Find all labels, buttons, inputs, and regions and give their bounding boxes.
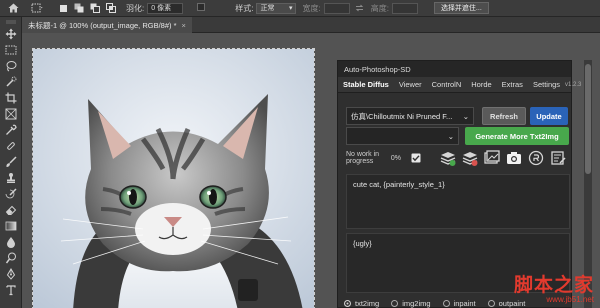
height-input[interactable] [391, 2, 418, 14]
mode-label: img2img [402, 299, 431, 308]
tab-stable-diffusion[interactable]: Stable Diffus [338, 77, 394, 93]
history-brush-icon[interactable] [3, 187, 19, 201]
panel-title: Auto-Photoshop-SD [344, 64, 411, 74]
document-title: 未标题-1 @ 100% (output_image, RGB/8#) * [28, 20, 177, 30]
mode-inpaint[interactable]: inpaint [442, 299, 476, 308]
crop-tool-icon[interactable] [3, 91, 19, 105]
secondary-select[interactable]: ⌄ [346, 127, 459, 145]
chevron-down-icon: ▾ [288, 5, 293, 12]
negative-prompt-text: {ugly} [353, 239, 372, 248]
mode-img2img[interactable]: img2img [391, 299, 431, 308]
tab-viewer[interactable]: Viewer [394, 77, 427, 93]
pen-tool-icon[interactable] [3, 267, 19, 281]
layers-stack-icon[interactable] [439, 149, 457, 167]
style-label: 样式: [235, 3, 254, 13]
progress-checkbox[interactable] [411, 153, 421, 163]
camera-icon[interactable] [505, 149, 523, 167]
healing-brush-icon[interactable] [3, 139, 19, 153]
prompt-textarea[interactable]: cute cat, {painterly_style_1} [346, 174, 570, 229]
add-selection-icon[interactable] [72, 2, 86, 15]
brush-tool-icon[interactable] [3, 155, 19, 169]
dodge-tool-icon[interactable] [3, 251, 19, 265]
select-and-mask-button[interactable]: 选择并遮住... [433, 2, 489, 14]
photoshop-window: 羽化: 0 像素 样式: 正常 ▾ 宽度: 高度: 选择并遮住... 未标题-1… [0, 0, 600, 308]
document-tab[interactable]: 未标题-1 @ 100% (output_image, RGB/8#) * × [22, 17, 192, 33]
style-select[interactable]: 正常 ▾ [256, 2, 297, 14]
options-bar: 羽化: 0 像素 样式: 正常 ▾ 宽度: 高度: 选择并遮住... [0, 0, 600, 17]
notes-icon[interactable] [549, 149, 567, 167]
chevron-down-icon: ⌄ [447, 131, 454, 141]
frame-tool-icon[interactable] [3, 107, 19, 121]
version-label: v1.2.3 [565, 81, 582, 88]
clone-stamp-icon[interactable] [3, 171, 19, 185]
close-icon[interactable]: × [182, 21, 186, 30]
style-value: 正常 [260, 5, 275, 12]
radio-dot [487, 300, 495, 307]
model-select-value: 仿真\Chilloutmix Ni Pruned F... [351, 111, 453, 121]
radio-dot [442, 300, 450, 307]
anti-alias-checkbox[interactable] [197, 3, 206, 13]
layers-delete-icon[interactable] [461, 149, 479, 167]
prompt-text: cute cat, {painterly_style_1} [353, 180, 445, 189]
type-tool-icon[interactable] [3, 283, 19, 297]
toolbar-grip[interactable] [3, 19, 19, 25]
action-icons [439, 149, 571, 167]
progress-row: No work in progress 0% [346, 148, 571, 168]
scrollbar-thumb[interactable] [585, 64, 591, 174]
refresh-button[interactable]: Refresh [482, 107, 526, 125]
width-input[interactable] [323, 2, 350, 14]
new-selection-icon[interactable] [56, 2, 70, 15]
tab-extras[interactable]: Extras [497, 77, 528, 93]
feather-label: 羽化: [126, 3, 145, 13]
chevron-down-icon: ⌄ [462, 111, 469, 121]
output-image[interactable] [32, 48, 315, 308]
swap-dimensions-icon[interactable] [353, 2, 367, 15]
progress-value: 0% [390, 154, 401, 162]
height-label: 高度: [370, 3, 389, 13]
tab-controlnet[interactable]: ControlN [427, 77, 467, 93]
marquee-tool-icon[interactable] [30, 2, 44, 15]
radio-dot [391, 300, 399, 307]
model-select[interactable]: 仿真\Chilloutmix Ni Pruned F... ⌄ [346, 107, 474, 125]
radio-dot [344, 300, 351, 307]
subtract-selection-icon[interactable] [88, 2, 102, 15]
progress-label: No work in progress [346, 151, 380, 165]
move-tool-icon[interactable] [3, 27, 19, 41]
mode-radio-group: txt2img img2img inpaint outpaint [344, 299, 537, 308]
tab-settings[interactable]: Settings [528, 77, 565, 93]
gallery-icon[interactable] [483, 149, 501, 167]
feather-input[interactable]: 0 像素 [147, 2, 184, 14]
site-watermark: 脚本之家 www.jb51.net [514, 270, 594, 304]
tab-horde[interactable]: Horde [466, 77, 496, 93]
generate-button[interactable]: Generate More Txt2Img [465, 127, 569, 145]
watermark-title: 脚本之家 [513, 274, 594, 296]
update-button[interactable]: Update [530, 107, 568, 125]
mode-label: inpaint [453, 299, 476, 308]
sampler-row: ⌄ Generate More Txt2Img [346, 127, 569, 145]
eyedropper-icon[interactable] [3, 123, 19, 137]
reset-icon[interactable] [527, 149, 545, 167]
tools-panel [0, 17, 22, 308]
intersect-selection-icon[interactable] [104, 2, 118, 15]
gradient-tool-icon[interactable] [3, 219, 19, 233]
mode-txt2img[interactable]: txt2img [344, 299, 379, 308]
rectangular-marquee-icon[interactable] [3, 43, 19, 57]
blur-tool-icon[interactable] [3, 235, 19, 249]
mode-label: txt2img [355, 299, 380, 308]
home-icon[interactable] [6, 2, 20, 15]
panel-titlebar[interactable]: Auto-Photoshop-SD [338, 61, 571, 77]
panel-tabs: Stable Diffus Viewer ControlN Horde Extr… [338, 77, 581, 93]
lasso-tool-icon[interactable] [3, 59, 19, 73]
eraser-tool-icon[interactable] [3, 203, 19, 217]
quick-selection-icon[interactable] [3, 75, 19, 89]
width-label: 宽度: [302, 3, 321, 13]
document-tab-bar: 未标题-1 @ 100% (output_image, RGB/8#) * × [22, 17, 600, 33]
model-row: 仿真\Chilloutmix Ni Pruned F... ⌄ Refresh … [346, 107, 568, 125]
